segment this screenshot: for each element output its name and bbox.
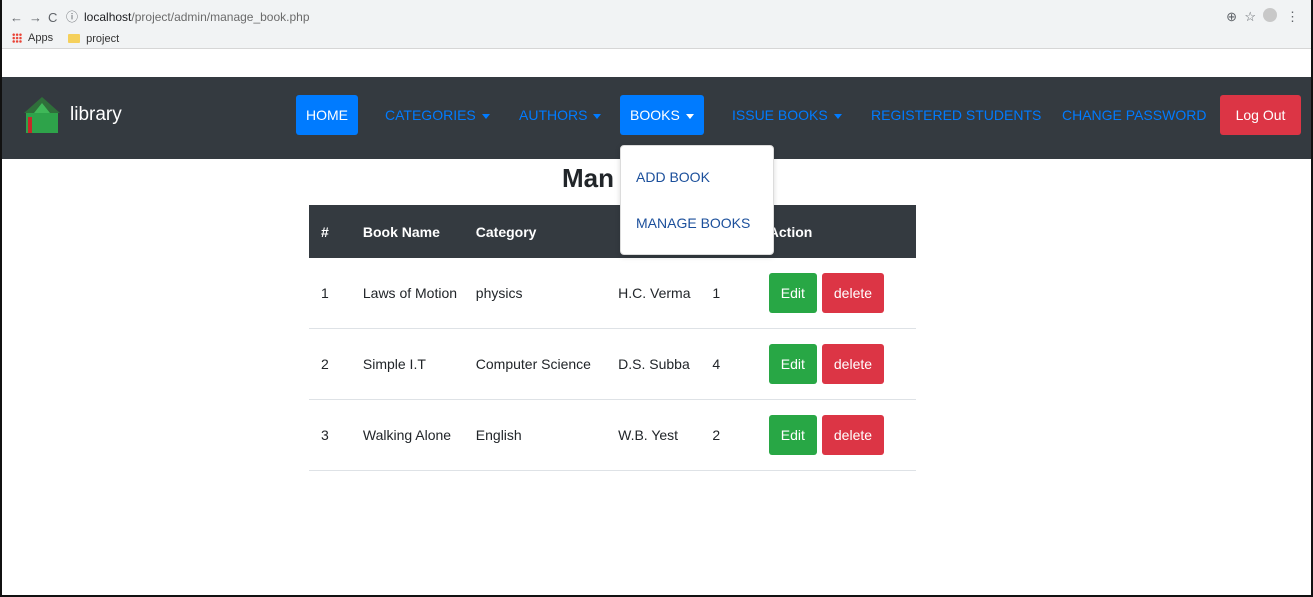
nav-books[interactable]: BOOKS <box>620 95 704 135</box>
edit-button[interactable]: Edit <box>768 415 817 455</box>
library-logo-icon <box>24 97 60 133</box>
apps-grid-icon <box>12 33 22 43</box>
caret-down-icon <box>593 113 602 119</box>
caret-down-icon <box>685 113 694 119</box>
table-row: 3 Walking Alone English W.B. Yest 2 Edit… <box>309 399 916 471</box>
cell-actions: Edit delete <box>768 399 916 471</box>
cell-quantity: 1 <box>712 258 769 329</box>
cell-number: 1 <box>309 258 363 329</box>
forward-arrow-icon[interactable]: → <box>29 10 42 25</box>
cell-actions: Edit delete <box>768 328 916 400</box>
bookmark-apps[interactable]: Apps <box>12 30 53 46</box>
books-table: # Book Name Category Action 1 Laws of Mo… <box>309 205 916 471</box>
nav-authors[interactable]: AUTHORS <box>509 95 611 135</box>
cell-author: W.B. Yest <box>618 399 713 471</box>
cell-number: 2 <box>309 328 363 400</box>
browser-window: ← → C ⓘ localhost/project/admin/manage_bo… <box>0 0 1313 597</box>
header-number: # <box>309 205 363 258</box>
cell-book-name: Walking Alone <box>362 399 476 471</box>
header-action: Action <box>768 205 916 258</box>
folder-icon <box>68 34 81 43</box>
nav-issue-books-label: ISSUE BOOKS <box>732 107 828 123</box>
cell-author: D.S. Subba <box>618 328 713 400</box>
delete-button[interactable]: delete <box>821 273 885 313</box>
edit-button[interactable]: Edit <box>768 273 817 313</box>
table-row: 2 Simple I.T Computer Science D.S. Subba… <box>309 328 916 400</box>
page-title: Man <box>562 163 614 193</box>
star-icon[interactable]: ☆ <box>1244 9 1256 25</box>
cell-number: 3 <box>309 399 363 471</box>
nav-home[interactable]: HOME <box>296 95 358 135</box>
nav-categories-label: CATEGORIES <box>385 107 476 123</box>
brand-link[interactable]: library <box>20 95 122 135</box>
cell-quantity: 4 <box>712 328 769 400</box>
browser-chrome: ← → C ⓘ localhost/project/admin/manage_bo… <box>2 0 1311 49</box>
nav-books-label: BOOKS <box>630 107 680 123</box>
delete-button[interactable]: delete <box>821 344 885 384</box>
nav-home-label: HOME <box>306 107 348 123</box>
bookmarks-bar: Apps project <box>12 30 131 46</box>
table-header-row: # Book Name Category Action <box>309 205 916 258</box>
edit-button[interactable]: Edit <box>768 344 817 384</box>
nav-authors-label: AUTHORS <box>519 107 588 123</box>
bookmark-project-label: project <box>86 32 120 45</box>
address-bar[interactable]: ⓘ localhost/project/admin/manage_book.php <box>66 6 1166 28</box>
nav-issue-books[interactable]: ISSUE BOOKS <box>722 95 852 135</box>
caret-down-icon <box>833 113 842 119</box>
nav-change-password[interactable]: CHANGE PASSWORD <box>1052 95 1216 135</box>
header-category: Category <box>475 205 619 258</box>
cell-category: physics <box>475 258 619 329</box>
back-arrow-icon[interactable]: ← <box>10 10 23 25</box>
avatar[interactable] <box>1263 8 1277 22</box>
nav-registered-students-label: REGISTERED STUDENTS <box>871 107 1042 123</box>
logout-label: Log Out <box>1235 107 1286 123</box>
cell-author: H.C. Verma <box>618 258 713 329</box>
dropdown-add-book[interactable]: ADD BOOK <box>636 169 710 185</box>
cell-quantity: 2 <box>712 399 769 471</box>
cell-book-name: Simple I.T <box>362 328 476 400</box>
bookmark-project[interactable]: project <box>68 31 119 47</box>
nav-registered-students[interactable]: REGISTERED STUDENTS <box>861 95 1051 135</box>
caret-down-icon <box>481 113 490 119</box>
table-row: 1 Laws of Motion physics H.C. Verma 1 Ed… <box>309 258 916 329</box>
nav-categories[interactable]: CATEGORIES <box>375 95 500 135</box>
nav-change-password-label: CHANGE PASSWORD <box>1062 107 1207 123</box>
delete-button[interactable]: delete <box>821 415 885 455</box>
zoom-icon[interactable]: ⊕ <box>1226 9 1237 25</box>
info-icon[interactable]: ⓘ <box>66 10 78 24</box>
url-path: /project/admin/manage_book.php <box>131 10 310 24</box>
bookmark-apps-label: Apps <box>28 32 54 44</box>
reload-icon[interactable]: C <box>48 10 57 25</box>
cell-actions: Edit delete <box>768 258 916 329</box>
logout-button[interactable]: Log Out <box>1220 95 1301 135</box>
table-header: # Book Name Category Action <box>309 205 916 258</box>
brand-text: library <box>70 104 122 125</box>
header-book-name: Book Name <box>362 205 476 258</box>
url-host: localhost <box>84 10 132 24</box>
books-dropdown-menu: ADD BOOK MANAGE BOOKS <box>620 145 774 255</box>
cell-category: English <box>475 399 619 471</box>
dropdown-manage-books[interactable]: MANAGE BOOKS <box>636 215 750 231</box>
menu-kebab-icon[interactable]: ⋮ <box>1286 9 1299 25</box>
cell-category: Computer Science <box>475 328 619 400</box>
cell-book-name: Laws of Motion <box>362 258 476 329</box>
